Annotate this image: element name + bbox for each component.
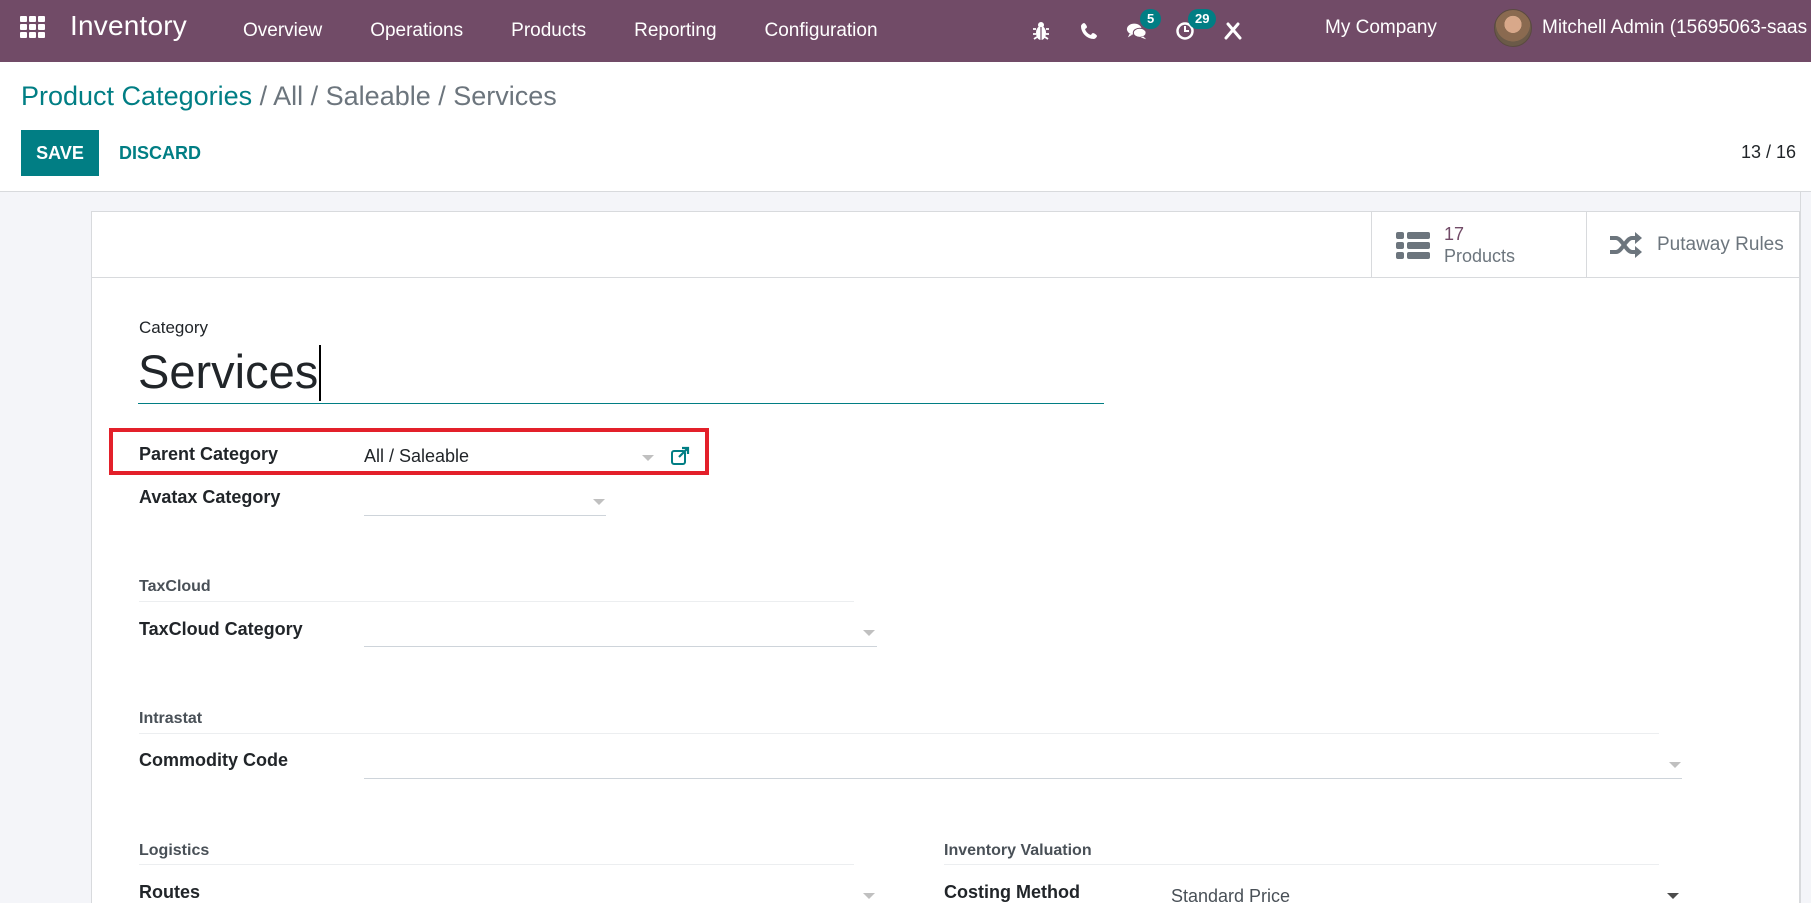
breadcrumb-product-categories[interactable]: Product Categories	[21, 81, 252, 111]
tools-icon[interactable]	[1222, 20, 1244, 42]
scrollbar[interactable]	[1800, 192, 1811, 903]
products-count: 17	[1444, 223, 1465, 244]
routes-field[interactable]	[364, 880, 877, 903]
group-separator	[944, 864, 1659, 865]
apps-menu-icon[interactable]	[20, 16, 48, 40]
button-box: 17 Products Putaway Rules	[92, 212, 1799, 278]
commodity-code-field[interactable]	[364, 749, 1682, 779]
category-name-input[interactable]: Services	[138, 340, 1104, 404]
company-switcher[interactable]: My Company	[1325, 17, 1437, 39]
user-name: Mitchell Admin (15695063-saas	[1542, 17, 1808, 38]
dropdown-arrow-icon[interactable]	[863, 630, 875, 636]
dropdown-arrow-icon[interactable]	[1667, 893, 1679, 899]
app-name[interactable]: Inventory	[70, 10, 187, 42]
costing-method-select[interactable]: Standard Price	[1171, 880, 1681, 903]
parent-category-label: Parent Category	[139, 444, 279, 464]
messages-icon[interactable]: 5	[1126, 9, 1162, 42]
dropdown-arrow-icon[interactable]	[593, 499, 605, 505]
taxcloud-category-field[interactable]	[364, 617, 877, 647]
menu-configuration[interactable]: Configuration	[765, 20, 878, 42]
dropdown-arrow-icon[interactable]	[1669, 762, 1681, 768]
breadcrumb: Product Categories / All / Saleable / Se…	[21, 81, 557, 112]
messages-badge: 5	[1140, 9, 1162, 29]
activities-badge: 29	[1188, 9, 1217, 29]
menu-products[interactable]: Products	[511, 20, 586, 42]
debug-bug-icon[interactable]	[1030, 20, 1052, 42]
menu-overview[interactable]: Overview	[243, 20, 322, 42]
putaway-rules-label: Putaway Rules	[1657, 233, 1784, 255]
external-link-icon[interactable]	[670, 446, 690, 466]
putaway-rules-smart-button[interactable]: Putaway Rules	[1586, 212, 1800, 277]
products-smart-button[interactable]: 17 Products	[1371, 212, 1586, 277]
logistics-group-title: Logistics	[139, 842, 210, 859]
activities-clock-icon[interactable]: 29	[1174, 9, 1217, 42]
control-panel: Product Categories / All / Saleable / Se…	[0, 62, 1811, 192]
user-menu[interactable]: Mitchell Admin (15695063-saas	[1494, 9, 1807, 47]
menu-operations[interactable]: Operations	[370, 20, 463, 42]
commodity-code-label: Commodity Code	[139, 750, 289, 770]
costing-method-value: Standard Price	[1171, 886, 1291, 903]
dropdown-arrow-icon[interactable]	[863, 893, 875, 899]
avatax-category-field[interactable]	[364, 486, 606, 516]
save-button[interactable]: SAVE	[21, 130, 99, 176]
costing-method-label: Costing Method	[944, 882, 1080, 902]
phone-icon[interactable]	[1078, 20, 1100, 42]
category-label: Category	[139, 318, 208, 337]
user-avatar	[1494, 9, 1532, 47]
intrastat-group-title: Intrastat	[139, 710, 203, 727]
group-separator	[139, 601, 854, 602]
group-separator	[139, 864, 854, 865]
discard-button[interactable]: DISCARD	[119, 130, 201, 176]
pager-value[interactable]: 13 / 16	[1741, 142, 1796, 163]
taxcloud-group-title: TaxCloud	[139, 578, 211, 595]
menu-reporting[interactable]: Reporting	[634, 20, 716, 42]
category-name-value: Services	[138, 345, 319, 398]
main-menu: Overview Operations Products Reporting C…	[243, 0, 926, 62]
routes-label: Routes	[139, 882, 201, 902]
systray: 5 29	[1030, 0, 1270, 62]
group-separator	[139, 733, 1659, 734]
parent-category-value: All / Saleable	[364, 446, 470, 466]
inventory-valuation-group-title: Inventory Valuation	[944, 842, 1092, 859]
dropdown-arrow-icon[interactable]	[642, 455, 654, 461]
top-navbar: Inventory Overview Operations Products R…	[0, 0, 1811, 62]
parent-category-field[interactable]: All / Saleable	[364, 440, 660, 470]
random-shuffle-icon	[1610, 231, 1642, 258]
avatax-category-label: Avatax Category	[139, 487, 281, 507]
taxcloud-category-label: TaxCloud Category	[139, 619, 303, 639]
breadcrumb-current: / All / Saleable / Services	[252, 81, 557, 111]
products-label: Products	[1444, 245, 1516, 266]
text-caret	[319, 344, 322, 401]
form-sheet: 17 Products Putaway Rules	[91, 211, 1800, 903]
list-icon	[1396, 231, 1430, 259]
